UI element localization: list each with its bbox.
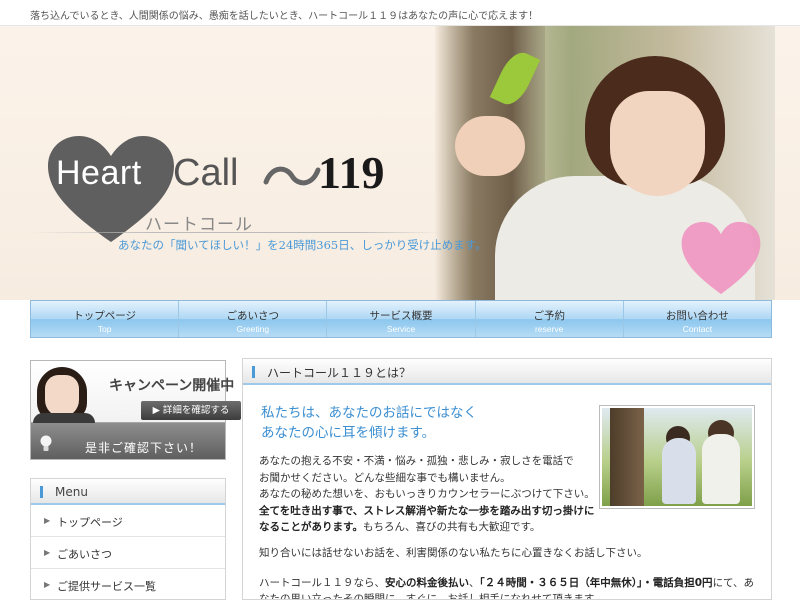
nav-item-label: ご予約 xyxy=(533,310,565,322)
emphasis-text: 「２４時間・３６５日（年中無休）」・電話負担0円 xyxy=(479,577,713,589)
arrow-right-icon: ▶ xyxy=(44,516,51,525)
sidebar-item-label: ご提供サービス一覧 xyxy=(57,580,156,593)
sidebar-menu: Menu ▶ トップページ ▶ ごあいさつ ▶ ご提供サービス一覧 xyxy=(30,478,226,600)
logo-divider xyxy=(30,232,440,233)
sidebar-item-top[interactable]: ▶ トップページ xyxy=(31,505,225,537)
plain-text: にて、あ xyxy=(712,577,755,589)
photo-scene xyxy=(602,408,752,506)
lead-line: 私たちは、あなたのお話にではなく xyxy=(261,405,477,421)
nav-item-sublabel: reserve xyxy=(535,324,564,334)
header-banner: Heart Call 119 ハートコール あなたの「聞いてほしい！」を24時間… xyxy=(0,26,800,300)
swirl-icon xyxy=(263,166,321,186)
nav-item-top[interactable]: トップページ Top xyxy=(31,301,180,337)
body-shape xyxy=(33,413,95,423)
section-title: ハートコール１１９とは？ xyxy=(267,366,412,380)
lightbulb-icon xyxy=(40,435,52,451)
text-line: あなたの秘めた想いを、おもいっきりカウンセラーにぶつけて下さい。 xyxy=(259,488,595,500)
lead-text: 私たちは、あなたのお話にではなく あなたの心に耳を傾けます。 xyxy=(261,403,477,443)
nav-item-sublabel: Greeting xyxy=(236,324,270,334)
main-content: ハートコール１１９とは？ 私たちは、あなたのお話にではなく あなたの心に耳を傾け… xyxy=(242,358,772,600)
nav-item-sublabel: Top xyxy=(97,324,112,334)
logo-number: 119 xyxy=(318,147,385,198)
sidebar-item-services[interactable]: ▶ ご提供サービス一覧 xyxy=(31,569,225,600)
second-paragraph: 知り合いには話せないお話を、利害関係のない私たちに心置きなくお話し下さい。 xyxy=(259,547,648,559)
heading-bar-icon xyxy=(252,366,255,378)
heading-bar-icon xyxy=(40,486,43,498)
sidebar-item-label: トップページ xyxy=(57,516,123,529)
text-line: なたの思い立ったその瞬間に、すぐに、お話し相手になれせて頂きます。 xyxy=(259,593,604,600)
global-nav: トップページ Top ごあいさつ Greeting サービス概要 Service… xyxy=(30,300,772,338)
nav-item-label: お問い合わせ xyxy=(665,310,729,322)
campaign-title: キャンペーン開催中 xyxy=(109,378,235,394)
person-shape xyxy=(662,438,696,504)
plain-text: もちろん、喜びの共有も大歓迎です。 xyxy=(362,521,541,533)
nav-item-label: ごあいさつ xyxy=(226,310,280,322)
nav-item-sublabel: Service xyxy=(386,324,416,334)
emphasis-text: なることがあります。 xyxy=(259,521,363,533)
text-line: あなたの抱える不安・不満・悩み・孤独・悲しみ・寂しさを電話で xyxy=(259,455,574,467)
emphasis-text: 安心の料金後払い xyxy=(385,577,469,589)
nav-item-reserve[interactable]: ご予約 reserve xyxy=(476,301,624,337)
sidebar-item-greeting[interactable]: ▶ ごあいさつ xyxy=(31,537,225,569)
campaign-footer-text: 是非ご確認下さい！ xyxy=(85,441,203,455)
nav-item-contact[interactable]: お問い合わせ Contact xyxy=(624,301,771,337)
text-line: ハートコール１１９なら、安心の料金後払い、「２４時間・３６５日（年中無休）」・電… xyxy=(259,575,769,591)
text-line: なることがあります。もちろん、喜びの共有も大歓迎です。 xyxy=(259,519,589,536)
arrow-right-icon: ▶ xyxy=(44,548,51,557)
section-header: ハートコール１１９とは？ xyxy=(243,359,771,385)
campaign-detail-button[interactable]: ▶ 詳細を確認する xyxy=(141,401,241,420)
tree-shape xyxy=(610,408,644,506)
plain-text: 、 xyxy=(469,577,480,589)
third-paragraph: ハートコール１１９なら、安心の料金後払い、「２４時間・３６５日（年中無休）」・電… xyxy=(259,575,769,600)
lead-line: あなたの心に耳を傾けます。 xyxy=(261,425,436,441)
nav-item-label: サービス概要 xyxy=(369,310,433,322)
plain-text: ハートコール１１９なら、 xyxy=(259,577,385,589)
nav-item-sublabel: Contact xyxy=(682,324,713,334)
campaign-banner[interactable]: キャンペーン開催中 ▶ 詳細を確認する 是非ご確認下さい！ xyxy=(30,360,241,460)
person-shape xyxy=(702,434,740,504)
text-line: 全てを吐き出す事で、ストレス解消や新たな一歩を踏み出す切っ掛けに xyxy=(259,503,594,520)
nav-item-label: トップページ xyxy=(73,310,136,322)
hand-shape xyxy=(455,116,525,176)
top-bar: 落ち込んでいるとき、人間関係の悩み、愚痴を話したいとき、ハートコール１１９はあな… xyxy=(0,0,800,26)
text-line: お聞かせください。どんな些細な事でも構いません。 xyxy=(259,471,511,484)
face-shape xyxy=(45,375,79,417)
logo-call-text: Call xyxy=(173,152,239,194)
nav-item-service[interactable]: サービス概要 Service xyxy=(327,301,476,337)
site-tagline: 落ち込んでいるとき、人間関係の悩み、愚痴を話したいとき、ハートコール１１９はあな… xyxy=(30,11,539,22)
sidebar-item-label: ごあいさつ xyxy=(57,548,112,561)
logo-catchphrase: あなたの「聞いてほしい！」を24時間365日、しっかり受け止めます。 xyxy=(118,238,487,252)
intro-paragraph: あなたの抱える不安・不満・悩み・孤独・悲しみ・寂しさを電話で お聞かせください。… xyxy=(259,453,595,536)
nav-item-greeting[interactable]: ごあいさつ Greeting xyxy=(179,301,328,337)
logo-heart-text: Heart xyxy=(56,154,142,192)
counselor-photo xyxy=(599,405,755,509)
menu-title: Menu xyxy=(55,485,88,499)
menu-header: Menu xyxy=(31,479,225,505)
emphasis-text: 全てを吐き出す事で、ストレス解消や新たな一歩を踏み出す切っ掛けに xyxy=(259,504,595,517)
arrow-right-icon: ▶ xyxy=(44,580,51,589)
pink-heart-icon xyxy=(680,220,762,296)
face-shape xyxy=(610,91,705,196)
